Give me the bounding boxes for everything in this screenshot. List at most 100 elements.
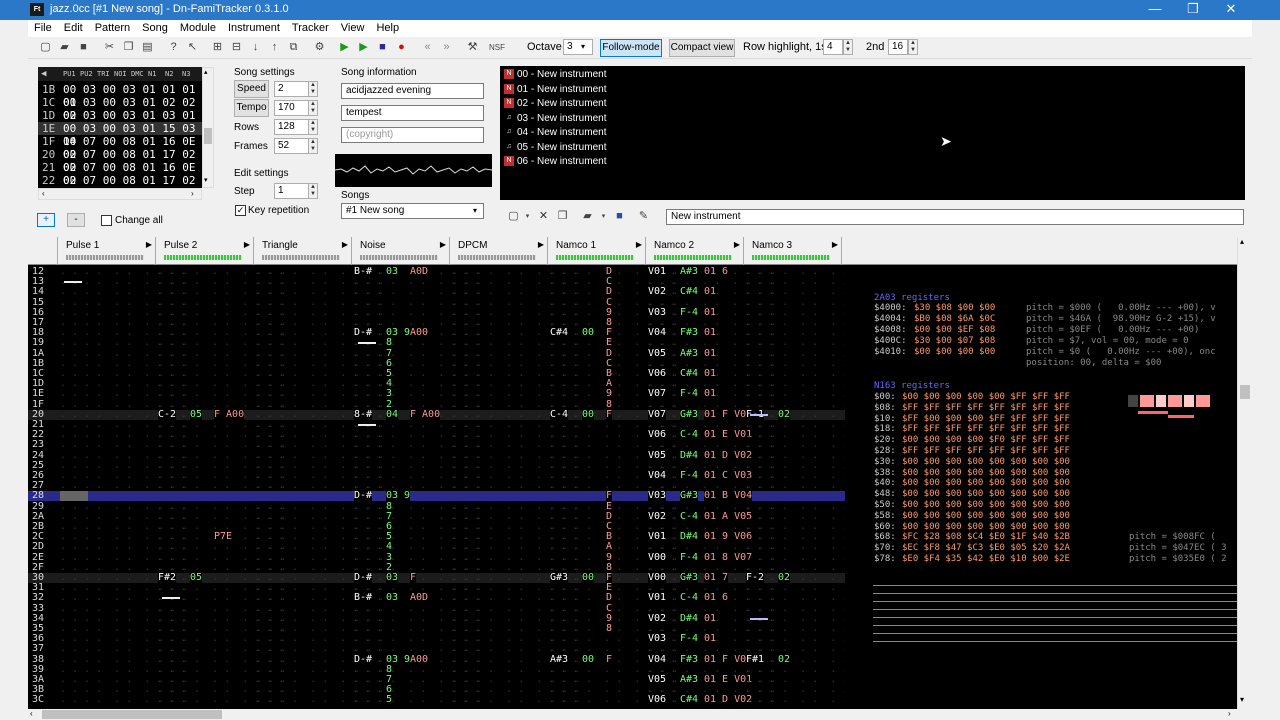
song-copyright-input[interactable]: (copyright) xyxy=(341,127,484,143)
pattern-row[interactable]: 1E. . . . . . . . . .. . . . . . . . . .… xyxy=(28,389,872,400)
clone-instrument-icon[interactable]: ❐ xyxy=(555,209,570,224)
instrument-item[interactable]: ♫ 04 - New instrument xyxy=(504,126,606,140)
step-input[interactable]: 1 xyxy=(274,183,309,199)
record-icon[interactable]: ● xyxy=(394,40,409,55)
channel-expand-icon[interactable]: ▶ xyxy=(244,240,250,249)
octave-select[interactable]: 3 xyxy=(563,39,593,55)
frame-left-icon[interactable]: ◀ xyxy=(41,69,46,79)
new-file-icon[interactable]: ▢ xyxy=(38,40,53,55)
tempo-spin[interactable]: ▲ ▼ xyxy=(308,100,318,116)
pattern-row[interactable]: 37. . . . . . . . . .. . . . . . . . . .… xyxy=(28,644,872,654)
insert-frame-icon[interactable]: ⊞ xyxy=(210,40,225,55)
scroll-left-icon[interactable]: ‹ xyxy=(42,189,45,198)
menu-item-instrument[interactable]: Instrument xyxy=(222,20,286,37)
paste-icon[interactable]: ▤ xyxy=(140,40,155,55)
pattern-hscrollbar[interactable]: ‹ › xyxy=(28,709,1252,720)
instrument-item[interactable]: ♫ 03 - New instrument xyxy=(504,112,606,126)
channel-header-namco-3[interactable]: Namco 3 ▶ xyxy=(744,237,842,265)
pattern-vscrollbar[interactable]: ▴ ▾ xyxy=(1237,237,1252,709)
menu-item-file[interactable]: File xyxy=(28,20,58,37)
open-file-icon[interactable]: ▰ xyxy=(57,40,72,55)
frame-scroll-thumb[interactable] xyxy=(204,128,212,144)
channel-header-pulse-1[interactable]: Pulse 1 ▶ xyxy=(58,237,156,265)
channel-header-triangle[interactable]: Triangle ▶ xyxy=(254,237,352,265)
pattern-row[interactable]: 3C. . . . . . . . . .. . . . . . . . . .… xyxy=(28,695,872,706)
maximize-button[interactable]: ❐ xyxy=(1178,1,1208,19)
channel-header-pulse-2[interactable]: Pulse 2 ▶ xyxy=(156,237,254,265)
move-up-icon[interactable]: ↑ xyxy=(267,40,282,55)
instrument-item[interactable]: N 06 - New instrument xyxy=(504,155,606,169)
play-icon[interactable]: ▶ xyxy=(337,40,352,55)
pattern-row[interactable]: 32. . . . . . . . . .. . . . . . . . . .… xyxy=(28,593,872,604)
remove-frame-button[interactable]: - xyxy=(67,213,85,227)
menu-item-song[interactable]: Song xyxy=(136,20,174,37)
channel-header-namco-1[interactable]: Namco 1 ▶ xyxy=(548,237,646,265)
frame-row[interactable]: 1D00 03 00 03 01 03 01 01 xyxy=(38,109,202,135)
menu-item-pattern[interactable]: Pattern xyxy=(89,20,136,37)
pattern-row[interactable]: 19. . . . . . . . . .. . . . . . . . . .… xyxy=(28,338,872,349)
key-repetition-checkbox[interactable]: ✓ xyxy=(235,205,246,216)
instrument-item[interactable]: N 00 - New instrument xyxy=(504,68,606,82)
cut-icon[interactable]: ✂ xyxy=(102,40,117,55)
channel-expand-icon[interactable]: ▶ xyxy=(440,240,446,249)
frame-row[interactable]: 20 00 07 00 08 01 17 02 02 xyxy=(38,148,202,174)
load-instrument-icon[interactable]: ▰ xyxy=(580,209,595,224)
song-name-input[interactable]: acidjazzed evening xyxy=(341,83,484,99)
frame-row[interactable]: 2200 07 00 08 01 17 02 02 xyxy=(38,174,202,200)
rows-input[interactable]: 128 xyxy=(274,119,309,135)
help-icon[interactable]: ? xyxy=(166,40,181,55)
instrument-item[interactable]: N 02 - New instrument xyxy=(504,97,606,111)
speed-input[interactable]: 2 xyxy=(274,81,309,97)
module-properties-icon[interactable]: ⚙ xyxy=(312,40,327,55)
pattern-scroll-left-icon[interactable]: ‹ xyxy=(30,709,33,718)
load-instrument-dropdown-icon[interactable]: ▾ xyxy=(596,209,611,224)
settings-icon[interactable]: ⚒ xyxy=(465,40,480,55)
frame-row[interactable]: 1F 00 07 00 08 01 16 0E 02 xyxy=(38,135,202,161)
pattern-row[interactable]: 23. . . . . . . . . .. . . . . . . . . .… xyxy=(28,440,872,450)
frame-row[interactable]: 1B 00 03 00 03 01 01 01 01 xyxy=(38,83,202,109)
minimize-button[interactable]: — xyxy=(1140,1,1170,19)
frame-scrollbar[interactable]: ▴ ▾ xyxy=(202,67,214,188)
channel-header-namco-2[interactable]: Namco 2 ▶ xyxy=(646,237,744,265)
frame-row[interactable]: 1E 00 03 00 03 01 15 03 14 xyxy=(38,122,202,148)
frame-hscrollbar[interactable]: ‹ › xyxy=(38,188,202,200)
menu-item-help[interactable]: Help xyxy=(370,20,405,37)
channel-expand-icon[interactable]: ▶ xyxy=(636,240,642,249)
scroll-up-icon[interactable]: ▴ xyxy=(204,68,208,76)
row-highlight-1st-spin[interactable]: ▲ ▼ xyxy=(843,39,853,55)
song-artist-input[interactable]: tempest xyxy=(341,105,484,121)
menu-item-edit[interactable]: Edit xyxy=(58,20,89,37)
step-spin[interactable]: ▲ ▼ xyxy=(308,183,318,199)
pattern-row[interactable]: 14. . . . . . . . . .. . . . . . . . . .… xyxy=(28,287,872,298)
speed-spin[interactable]: ▲ ▼ xyxy=(308,81,318,97)
change-all-checkbox[interactable] xyxy=(101,215,112,226)
row-highlight-1st-input[interactable]: 4 xyxy=(823,39,843,55)
pattern-hscroll-thumb[interactable] xyxy=(42,710,222,719)
pattern-scroll-down-icon[interactable]: ▾ xyxy=(1240,695,1244,704)
pattern-row[interactable]: 2D. . . . . . . . . .. . . . . . . . . .… xyxy=(28,542,872,553)
context-help-icon[interactable]: ↖ xyxy=(185,40,200,55)
row-highlight-2nd-input[interactable]: 16 xyxy=(888,39,908,55)
save-file-icon[interactable]: ■ xyxy=(76,40,91,55)
scroll-right-icon[interactable]: › xyxy=(191,189,194,198)
previous-track-icon[interactable]: « xyxy=(420,40,435,55)
row-highlight-2nd-spin[interactable]: ▲ ▼ xyxy=(908,39,918,55)
menu-item-module[interactable]: Module xyxy=(174,20,222,37)
copy-icon[interactable]: ❐ xyxy=(121,40,136,55)
frame-row[interactable]: 1C 00 03 00 03 01 02 02 02 xyxy=(38,96,202,122)
pattern-rows[interactable]: 12. . . . . . . . . .. . . . . . . . . .… xyxy=(28,267,872,709)
save-instrument-icon[interactable]: ■ xyxy=(612,209,627,224)
scroll-down-icon[interactable]: ▾ xyxy=(204,176,208,184)
pattern-row[interactable]: 28. . . . . . . . . .. . . . . . . . . .… xyxy=(28,491,872,502)
next-track-icon[interactable]: » xyxy=(439,40,454,55)
remove-instrument-icon[interactable]: ✕ xyxy=(536,209,551,224)
edit-instrument-icon[interactable]: ✎ xyxy=(636,209,651,224)
move-down-icon[interactable]: ↓ xyxy=(248,40,263,55)
menu-item-view[interactable]: View xyxy=(335,20,371,37)
instrument-item[interactable]: ♫ 05 - New instrument xyxy=(504,141,606,155)
play-loop-icon[interactable]: ▶ xyxy=(356,40,371,55)
stop-icon[interactable]: ■ xyxy=(375,40,390,55)
close-button[interactable]: ✕ xyxy=(1216,1,1246,19)
follow-mode-button[interactable]: Follow-mode xyxy=(600,39,662,57)
frames-input[interactable]: 52 xyxy=(274,138,309,154)
